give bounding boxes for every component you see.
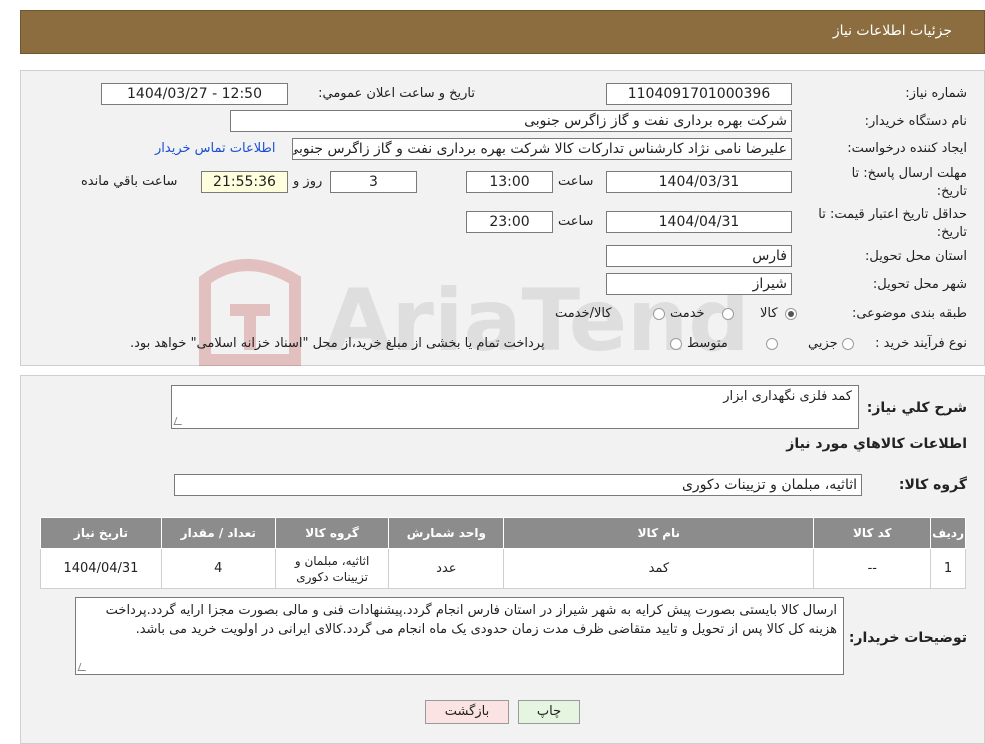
cell-name: کمد <box>503 548 815 589</box>
page-title: جزئیات اطلاعات نیاز <box>832 23 952 39</box>
cell-unit: عدد <box>388 548 505 589</box>
general-desc-text: کمد فلزی نگهداری ابزار <box>723 389 852 404</box>
group-field[interactable]: اثاثیه، مبلمان و تزیینات دکوری <box>174 474 862 496</box>
cell-date: 1404/04/31 <box>40 548 162 589</box>
deadline-label-1: مهلت ارسال پاسخ: تا <box>851 166 967 181</box>
buyer-notes-text: ارسال کالا بایستی بصورت پیش کرایه به شهر… <box>105 603 837 637</box>
col-name: نام کالا <box>503 517 815 549</box>
remaining-time-field: 21:55:36 <box>201 171 288 193</box>
process-radio-treasury[interactable] <box>670 338 682 350</box>
process-option-minor: جزيي <box>808 336 838 351</box>
deadline-time-field[interactable]: 13:00 <box>466 171 553 193</box>
category-label: طبقه بندی موضوعی: <box>851 306 967 321</box>
process-radio-medium[interactable] <box>766 338 778 350</box>
deadline-date-field[interactable]: 1404/03/31 <box>606 171 792 193</box>
need-number-field[interactable]: 1104091701000396 <box>606 83 792 105</box>
process-option-medium: متوسط <box>687 336 728 351</box>
city-field[interactable]: شیراز <box>606 273 792 295</box>
announce-label: تاريخ و ساعت اعلان عمومي: <box>318 86 475 101</box>
items-table: رديف کد کالا نام کالا واحد شمارش گروه کا… <box>40 517 966 589</box>
need-number-label: شماره نیاز: <box>905 86 967 101</box>
resize-handle-icon[interactable] <box>173 417 185 425</box>
city-label: شهر محل تحويل: <box>872 277 967 292</box>
category-option-service: خدمت <box>670 306 705 321</box>
page-header: جزئیات اطلاعات نیاز <box>20 10 985 54</box>
remaining-label: ساعت باقي مانده <box>81 174 178 189</box>
deadline-label-2: تاريخ: <box>936 184 967 199</box>
validity-label-2: تاريخ: <box>936 225 967 240</box>
col-row: رديف <box>930 517 966 549</box>
creator-label: ايجاد کننده درخواست: <box>847 141 967 156</box>
cell-qty: 4 <box>160 548 276 589</box>
days-label: روز و <box>293 174 323 189</box>
validity-time-field[interactable]: 23:00 <box>466 211 553 233</box>
general-desc-label: شرح كلي نياز: <box>866 400 967 416</box>
deadline-time-label: ساعت <box>558 174 594 189</box>
buyer-label: نام دستگاه خريدار: <box>864 114 967 129</box>
col-group: گروه کالا <box>274 517 390 549</box>
validity-label-1: حداقل تاريخ اعتبار قيمت: تا <box>818 207 967 222</box>
category-radio-service[interactable] <box>722 308 734 320</box>
process-radio-minor[interactable] <box>842 338 854 350</box>
items-section-title: اطلاعات كالاهاي مورد نياز <box>786 436 967 452</box>
category-option-goods: کالا <box>760 306 778 321</box>
process-note: پرداخت تمام يا بخشی از مبلغ خريد،از محل … <box>130 336 545 351</box>
col-unit: واحد شمارش <box>388 517 505 549</box>
validity-time-label: ساعت <box>558 214 594 229</box>
buyer-contact-link[interactable]: اطلاعات تماس خريدار <box>155 141 275 156</box>
cell-row: 1 <box>930 548 966 589</box>
buyer-notes-label: توضيحات خريدار: <box>848 630 967 646</box>
days-field[interactable]: 3 <box>330 171 417 193</box>
cell-code: -- <box>813 548 932 589</box>
col-date: تاريخ نياز <box>40 517 162 549</box>
col-code: کد کالا <box>813 517 932 549</box>
cell-group: اثاثیه، مبلمان و تزیینات دکوری <box>274 548 390 589</box>
back-button[interactable]: بازگشت <box>425 700 509 724</box>
group-label: گروه كالا: <box>898 477 967 493</box>
category-radio-goods[interactable] <box>785 308 797 320</box>
col-qty: تعداد / مقدار <box>160 517 276 549</box>
creator-field[interactable]: علیرضا نامی نژاد کارشناس تداركات كالا شر… <box>292 138 792 160</box>
validity-date-field[interactable]: 1404/04/31 <box>606 211 792 233</box>
table-header-row: رديف کد کالا نام کالا واحد شمارش گروه کا… <box>40 517 966 549</box>
resize-handle-icon[interactable] <box>77 663 89 671</box>
process-label: نوع فرآيند خريد : <box>875 336 967 351</box>
province-field[interactable]: فارس <box>606 245 792 267</box>
table-row: 1 -- کمد عدد اثاثیه، مبلمان و تزیینات دک… <box>40 548 966 589</box>
general-desc-field[interactable]: کمد فلزی نگهداری ابزار <box>171 385 859 429</box>
buyer-notes-field[interactable]: ارسال کالا بایستی بصورت پیش کرایه به شهر… <box>75 597 844 675</box>
category-option-goods-service: کالا/خدمت <box>555 306 612 321</box>
print-button[interactable]: چاپ <box>518 700 580 724</box>
buyer-field[interactable]: شرکت بهره برداری نفت و گاز زاگرس جنوبی <box>230 110 792 132</box>
announce-field[interactable]: 1404/03/27 - 12:50 <box>101 83 288 105</box>
category-radio-goods-service[interactable] <box>653 308 665 320</box>
province-label: استان محل تحويل: <box>865 249 967 264</box>
